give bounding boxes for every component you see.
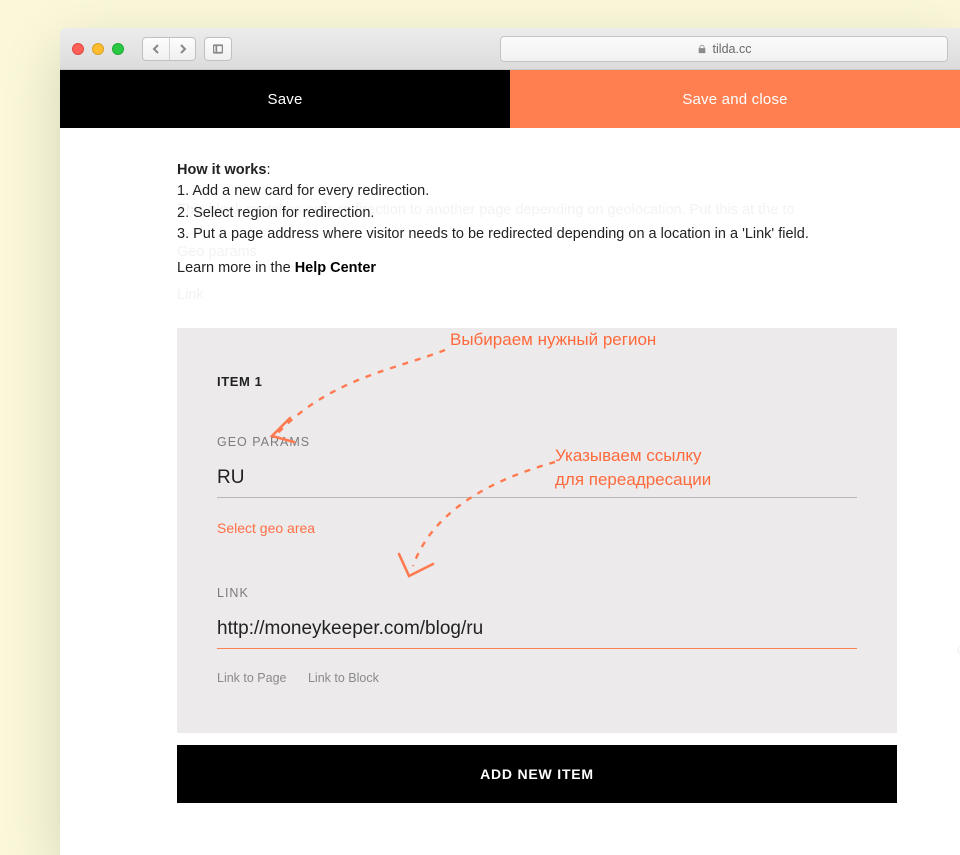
link-input[interactable]: http://moneykeeper.com/blog/ru <box>217 618 857 649</box>
address-bar[interactable]: tilda.cc <box>500 36 948 62</box>
link-helper-links: Link to Page Link to Block <box>217 671 857 685</box>
geo-params-input[interactable]: RU <box>217 467 857 498</box>
link-to-page-link[interactable]: Link to Page <box>217 671 287 685</box>
nav-back-button[interactable] <box>143 38 169 60</box>
action-bar: Save Save and close <box>60 70 960 128</box>
nav-forward-button[interactable] <box>169 38 195 60</box>
instructions-title: How it works <box>177 162 266 178</box>
close-window-button[interactable] <box>72 43 84 55</box>
help-center-link[interactable]: Help Center <box>295 260 376 276</box>
instruction-step-2: 2. Select region for redirection. <box>177 203 897 223</box>
maximize-window-button[interactable] <box>112 43 124 55</box>
browser-titlebar: tilda.cc <box>60 28 960 70</box>
item-card-title: ITEM 1 <box>217 374 857 389</box>
nav-back-forward <box>142 37 196 61</box>
add-new-item-button[interactable]: ADD NEW ITEM <box>177 745 897 803</box>
link-label: LINK <box>217 586 857 600</box>
lock-icon <box>697 44 707 54</box>
browser-window: tilda.cc Save Save and close This block … <box>60 28 960 855</box>
learn-more-prefix: Learn more in the <box>177 260 295 276</box>
window-controls <box>72 43 124 55</box>
item-card: ITEM 1 GEO PARAMS RU Select geo area LIN… <box>177 328 897 733</box>
instructions-block: How it works: 1. Add a new card for ever… <box>177 160 897 278</box>
save-button[interactable]: Save <box>60 70 510 128</box>
minimize-window-button[interactable] <box>92 43 104 55</box>
instruction-step-1: 1. Add a new card for every redirection. <box>177 181 897 201</box>
toolbar-sidebar-button[interactable] <box>204 37 232 61</box>
geo-params-label: GEO PARAMS <box>217 435 857 449</box>
content-area: This block switches on a redirection to … <box>60 128 960 855</box>
link-to-block-link[interactable]: Link to Block <box>308 671 379 685</box>
address-bar-domain: tilda.cc <box>713 42 752 56</box>
instruction-step-3: 3. Put a page address where visitor need… <box>177 224 897 244</box>
select-geo-area-link[interactable]: Select geo area <box>217 520 857 536</box>
save-and-close-button[interactable]: Save and close <box>510 70 960 128</box>
